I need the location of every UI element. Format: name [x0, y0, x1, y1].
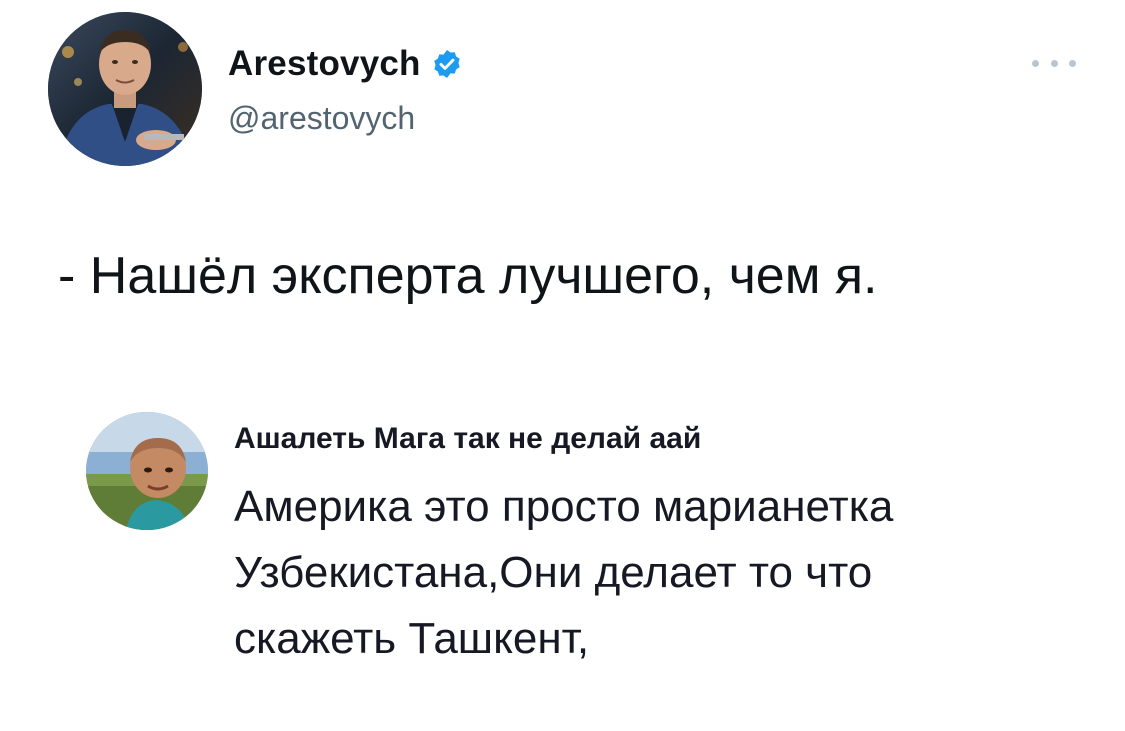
more-dot	[1032, 59, 1039, 67]
more-dot	[1069, 59, 1076, 67]
comment-avatar-photo-icon	[86, 412, 208, 530]
comment-author: Ашалеть Мага так не делай аай	[234, 422, 702, 455]
embedded-comment-image[interactable]: Ашалеть Мага так не делай аай Америка эт…	[86, 400, 1066, 700]
verified-badge-icon	[433, 50, 460, 78]
author-avatar[interactable]	[48, 12, 202, 166]
comment-avatar	[86, 412, 208, 530]
comment-line: Узбекистана,Они делает то что	[234, 548, 873, 597]
comment-body: Америка это просто марианетка Узбекистан…	[234, 474, 1064, 672]
comment-line: скажеть Ташкент,	[234, 614, 590, 663]
more-dot	[1050, 59, 1058, 67]
tweet-card: Arestovych @arestovych - Нашёл эксперта …	[0, 0, 1125, 731]
author-handle[interactable]: @arestovych	[228, 100, 415, 137]
more-horizontal-icon[interactable]	[1032, 56, 1076, 70]
tweet-text: - Нашёл эксперта лучшего, чем я.	[58, 247, 878, 305]
author-display-name[interactable]: Arestovych	[228, 44, 421, 84]
author-name-row: Arestovych	[228, 44, 463, 84]
author-photo-icon	[48, 12, 202, 166]
comment-line: Америка это просто марианетка	[234, 482, 894, 531]
